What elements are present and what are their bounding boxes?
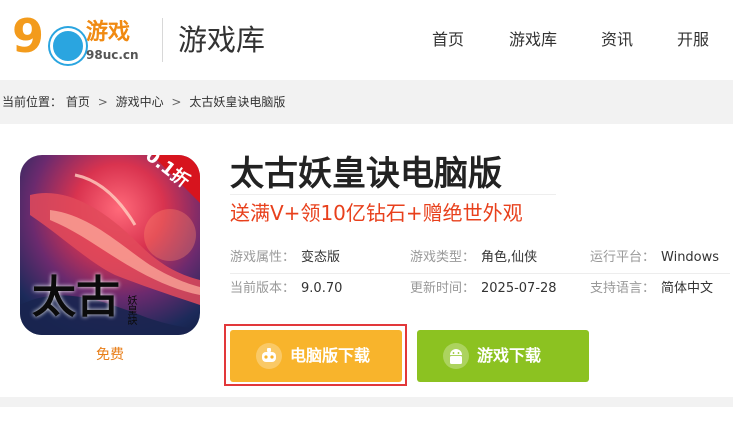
header-divider — [162, 18, 163, 62]
price-label: 免费 — [96, 347, 124, 363]
logo-text: 游戏 — [86, 20, 131, 45]
logo-nine-mark: 9 — [12, 9, 44, 63]
site-logo[interactable]: 9 游戏 98uc.cn — [10, 10, 150, 70]
info-language: 支持语言： 简体中文 — [590, 279, 713, 299]
breadcrumb-current[interactable]: 太古妖皇诀电脑版 — [189, 95, 285, 109]
pc-download-label: 电脑版下载 — [290, 346, 371, 365]
lower-section — [0, 407, 733, 441]
site-header: 9 游戏 98uc.cn 游戏库 首页 游戏库 资讯 开服 — [0, 0, 733, 80]
info-label: 当前版本： — [230, 281, 296, 296]
cover-subtitle-art: 妖皇訣 — [125, 295, 136, 325]
info-value: Windows — [661, 250, 720, 265]
game-detail-card: 0.1折 太古 妖皇訣 免费 太古妖皇诀电脑版 送满V+领10亿钻石+赠绝世外观… — [0, 124, 733, 397]
title-underline — [230, 194, 556, 195]
pc-download-button[interactable]: 电脑版下载 — [230, 330, 402, 382]
info-update-time: 更新时间： 2025-07-28 — [410, 279, 557, 299]
info-value: 简体中文 — [661, 281, 714, 296]
logo-ring-icon — [50, 28, 86, 64]
cover-title-art: 太古 — [32, 272, 120, 323]
breadcrumb-separator: > — [171, 95, 182, 109]
info-version: 当前版本： 9.0.70 — [230, 279, 342, 299]
info-row: 游戏属性： 变态版 游戏类型： 角色,仙侠 运行平台： Windows — [230, 248, 730, 268]
nav-item-game-library[interactable]: 游戏库 — [509, 28, 557, 52]
breadcrumb-game-center[interactable]: 游戏中心 — [116, 95, 164, 109]
info-label: 更新时间： — [410, 281, 476, 296]
nav-item-home[interactable]: 首页 — [432, 28, 464, 52]
info-divider — [230, 273, 730, 274]
breadcrumb: 当前位置： 首页 > 游戏中心 > 太古妖皇诀电脑版 — [2, 92, 285, 112]
android-icon — [443, 343, 469, 369]
info-value: 角色,仙侠 — [481, 250, 538, 265]
info-label: 游戏类型： — [410, 250, 476, 265]
info-label: 支持语言： — [590, 281, 656, 296]
info-row: 当前版本： 9.0.70 更新时间： 2025-07-28 支持语言： 简体中文 — [230, 279, 730, 299]
breadcrumb-prefix: 当前位置： — [2, 95, 63, 109]
game-download-button[interactable]: 游戏下载 — [417, 330, 589, 382]
section-title: 游戏库 — [178, 23, 266, 57]
info-value: 9.0.70 — [301, 281, 343, 296]
info-value: 2025-07-28 — [481, 281, 557, 296]
nav-item-servers[interactable]: 开服 — [677, 28, 709, 52]
info-platform: 运行平台： Windows — [590, 248, 719, 268]
game-title: 太古妖皇诀电脑版 — [230, 154, 502, 194]
gamepad-icon — [256, 343, 282, 369]
logo-url: 98uc.cn — [86, 48, 139, 62]
info-attribute: 游戏属性： 变态版 — [230, 248, 340, 268]
game-download-label: 游戏下载 — [477, 346, 542, 365]
game-cover-image[interactable]: 0.1折 太古 妖皇訣 — [20, 155, 200, 335]
breadcrumb-home[interactable]: 首页 — [66, 95, 90, 109]
info-value: 变态版 — [301, 250, 341, 265]
promo-text: 送满V+领10亿钻石+赠绝世外观 — [230, 201, 523, 225]
breadcrumb-separator: > — [97, 95, 108, 109]
info-genre: 游戏类型： 角色,仙侠 — [410, 248, 537, 268]
info-label: 运行平台： — [590, 250, 656, 265]
nav-item-news[interactable]: 资讯 — [601, 28, 633, 52]
info-label: 游戏属性： — [230, 250, 296, 265]
